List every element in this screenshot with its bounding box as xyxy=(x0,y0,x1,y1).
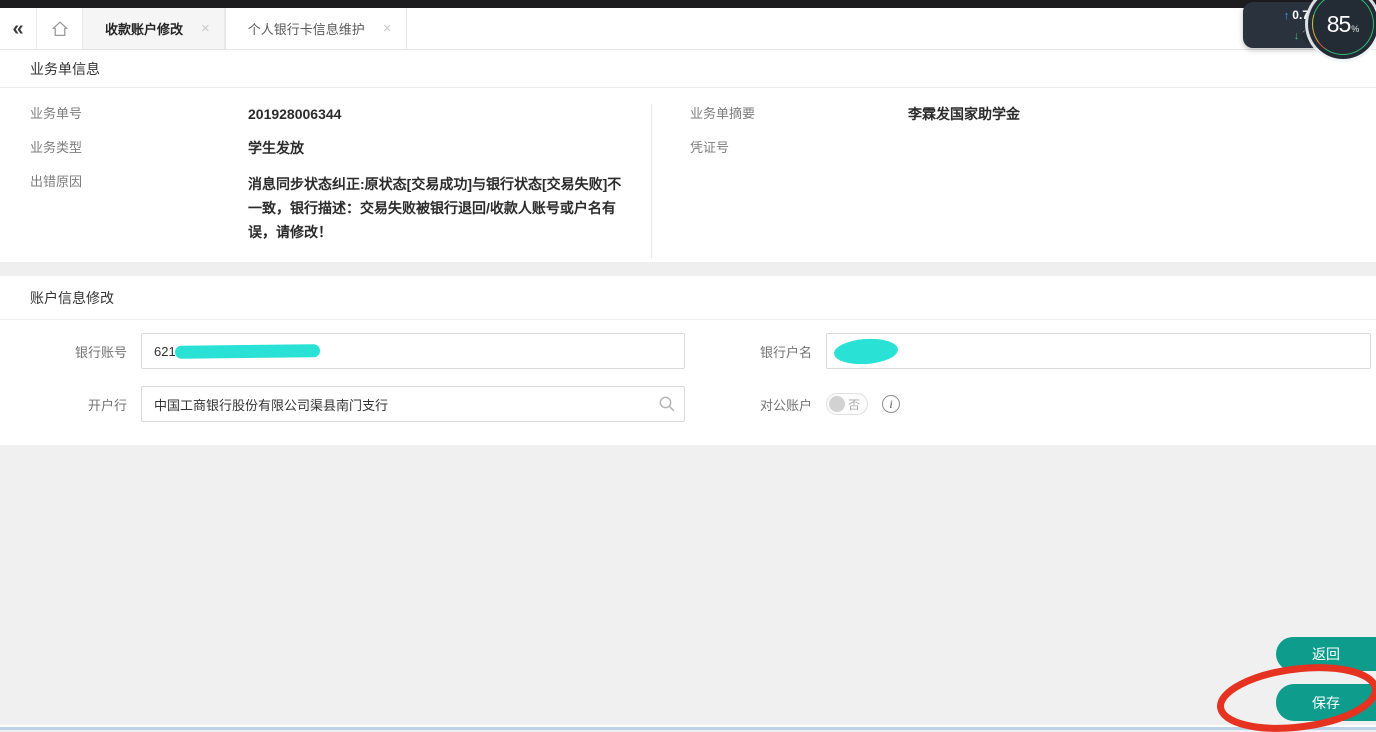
account-edit-header: 账户信息修改 xyxy=(0,276,1376,320)
field-business-type: 业务类型 学生发放 xyxy=(30,138,651,158)
tab-bar: « 收款账户修改 × 个人银行卡信息维护 × xyxy=(0,8,1376,50)
gauge-text: 85 % xyxy=(1327,11,1360,38)
field-error-reason: 出错原因 消息同步状态纠正:原状态[交易成功]与银行状态[交易失败]不一致，银行… xyxy=(30,172,651,244)
field-label: 业务类型 xyxy=(30,138,248,158)
field-value: 学生发放 xyxy=(248,138,304,158)
collapse-sidebar-button[interactable]: « xyxy=(0,8,36,49)
close-icon[interactable]: × xyxy=(383,21,392,36)
window-top-strip xyxy=(0,0,1376,8)
bank-account-label: 银行账号 xyxy=(0,342,127,361)
bank-holder-label: 银行户名 xyxy=(685,342,812,361)
field-label: 凭证号 xyxy=(690,138,908,158)
field-order-summary: 业务单摘要 李霖发国家助学金 xyxy=(690,104,1376,124)
gauge-value: 85 xyxy=(1327,11,1351,38)
order-info-header: 业务单信息 xyxy=(0,50,1376,88)
tab-personal-bankcard-maintenance[interactable]: 个人银行卡信息维护 × xyxy=(225,8,407,49)
field-value: 消息同步状态纠正:原状态[交易成功]与银行状态[交易失败]不一致，银行描述：交易… xyxy=(248,172,630,244)
order-info-left-column: 业务单号 201928006344 业务类型 学生发放 出错原因 消息同步状态纠… xyxy=(0,104,652,258)
back-button[interactable]: 返回 xyxy=(1276,637,1376,671)
toggle-state-label: 否 xyxy=(848,396,860,413)
home-tab-button[interactable] xyxy=(36,8,82,49)
bank-branch-input[interactable] xyxy=(141,386,685,422)
home-icon xyxy=(50,19,70,39)
bank-holder-input[interactable] xyxy=(826,333,1371,369)
section-title: 业务单信息 xyxy=(30,59,100,79)
section-separator xyxy=(0,262,1376,276)
field-value: 李霖发国家助学金 xyxy=(908,104,1020,124)
tab-label: 收款账户修改 xyxy=(105,19,183,38)
bank-branch-input-wrap xyxy=(141,386,685,422)
bank-holder-input-wrap xyxy=(826,333,1371,369)
order-info-section: 业务单信息 业务单号 201928006344 业务类型 学生发放 出错原因 消… xyxy=(0,50,1376,262)
search-icon[interactable] xyxy=(658,395,676,413)
corporate-account-label: 对公账户 xyxy=(685,395,812,414)
bank-account-input-wrap xyxy=(141,333,685,369)
double-chevron-left-icon: « xyxy=(12,19,23,39)
field-value: 201928006344 xyxy=(248,104,341,124)
close-icon[interactable]: × xyxy=(201,21,210,36)
form-row-1: 银行账号 银行户名 xyxy=(0,333,1376,369)
download-arrow-icon: ↓ xyxy=(1294,26,1300,46)
upload-arrow-icon: ↑ xyxy=(1284,6,1290,26)
bank-account-input[interactable] xyxy=(141,333,685,369)
section-title: 账户信息修改 xyxy=(30,288,114,308)
upload-speed-value: 0.7 xyxy=(1292,5,1309,25)
field-order-number: 业务单号 201928006344 xyxy=(30,104,651,124)
toggle-knob xyxy=(829,396,845,412)
account-edit-form: 银行账号 银行户名 开户行 对公账户 否 xyxy=(0,320,1376,422)
order-info-right-column: 业务单摘要 李霖发国家助学金 凭证号 xyxy=(652,104,1376,258)
gauge-unit: % xyxy=(1351,24,1359,34)
corporate-account-toggle[interactable]: 否 xyxy=(826,393,868,415)
save-button[interactable]: 保存 xyxy=(1276,684,1376,721)
payee-account-edit-screen: { "window": { "tab_bar": { "collapse_ico… xyxy=(0,0,1376,732)
account-edit-section: 账户信息修改 银行账号 银行户名 开户行 对公账户 xyxy=(0,276,1376,445)
order-info-columns: 业务单号 201928006344 业务类型 学生发放 出错原因 消息同步状态纠… xyxy=(0,88,1376,258)
bank-branch-label: 开户行 xyxy=(0,395,127,414)
tab-label: 个人银行卡信息维护 xyxy=(248,19,365,38)
field-label: 业务单号 xyxy=(30,104,248,124)
info-icon[interactable]: i xyxy=(882,395,900,413)
content-background xyxy=(0,445,1376,725)
form-row-2: 开户行 对公账户 否 i xyxy=(0,386,1376,422)
field-label: 出错原因 xyxy=(30,172,248,244)
field-voucher-number: 凭证号 xyxy=(690,138,1376,158)
tab-payee-account-edit[interactable]: 收款账户修改 × xyxy=(82,8,225,49)
field-label: 业务单摘要 xyxy=(690,104,908,124)
